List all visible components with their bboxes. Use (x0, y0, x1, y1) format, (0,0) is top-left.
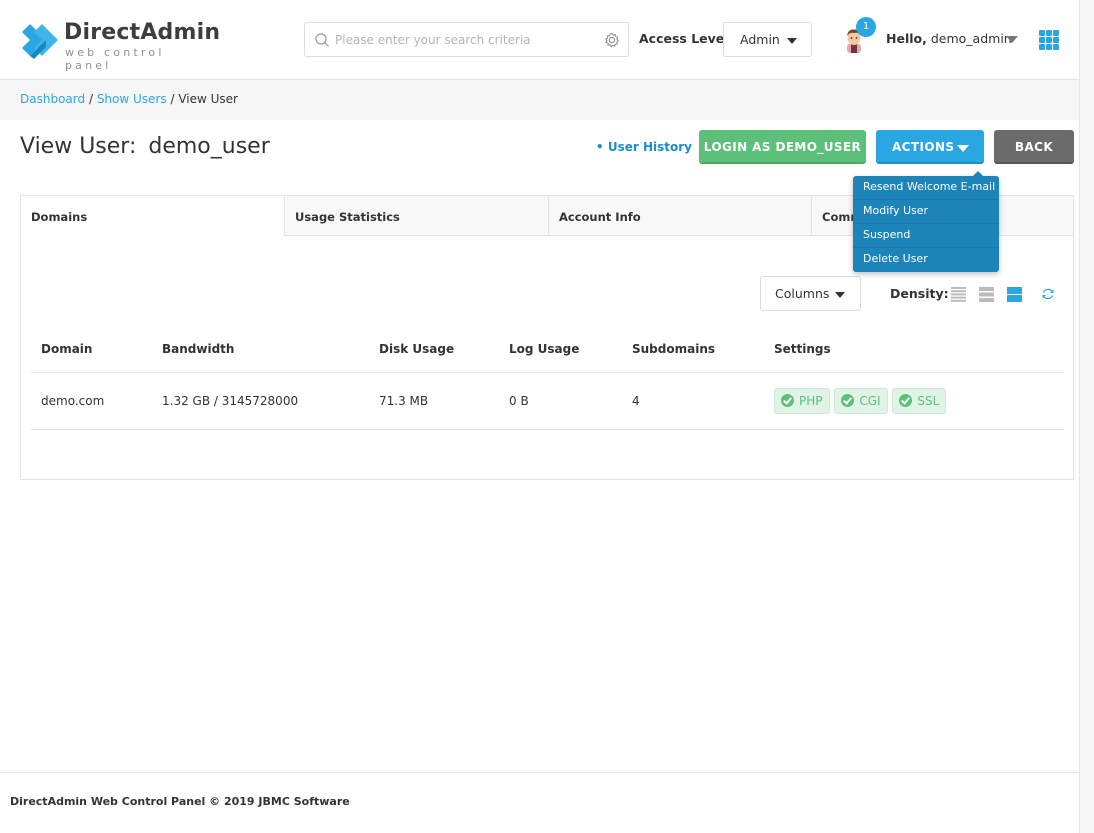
page-title-username: demo_user (148, 134, 269, 159)
density-compact-icon[interactable] (951, 287, 966, 302)
tab-usage-statistics[interactable]: Usage Statistics (284, 196, 548, 236)
cell-log-usage: 0 B (499, 372, 622, 429)
setting-badge-php: PHP (774, 388, 830, 414)
cell-settings: PHP CGI SSL (764, 372, 1064, 429)
table-header-row: Domain Bandwidth Disk Usage Log Usage Su… (31, 326, 1064, 372)
breadcrumb-dashboard[interactable]: Dashboard (20, 92, 85, 106)
search-icon (314, 32, 330, 48)
logo-subtitle: web control panel (65, 46, 210, 72)
actions-button[interactable]: ACTIONS (876, 130, 984, 164)
check-circle-icon (899, 394, 912, 407)
column-header-bandwidth[interactable]: Bandwidth (152, 326, 369, 372)
breadcrumb-separator: / (89, 92, 93, 106)
tab-domains[interactable]: Domains (21, 196, 284, 236)
menu-item-delete-user[interactable]: Delete User (853, 248, 999, 272)
refresh-icon[interactable] (1041, 287, 1055, 301)
breadcrumb-separator: / (170, 92, 174, 106)
column-header-log-usage[interactable]: Log Usage (499, 326, 622, 372)
cell-subdomains: 4 (622, 372, 764, 429)
badge-label: SSL (917, 394, 939, 408)
breadcrumb: Dashboard / Show Users / View User (20, 92, 238, 106)
cell-domain[interactable]: demo.com (31, 372, 152, 429)
access-level-label: Access Level (639, 31, 729, 46)
check-circle-icon (841, 394, 854, 407)
density-normal-icon[interactable] (979, 287, 994, 302)
badge-label: CGI (859, 394, 880, 408)
apps-grid-icon[interactable] (1039, 30, 1059, 50)
chevron-down-icon (957, 145, 969, 152)
access-level-select[interactable]: Admin (723, 22, 812, 57)
search-settings-gear-icon[interactable] (604, 32, 620, 48)
access-level-value: Admin (740, 32, 780, 47)
actions-button-label: ACTIONS (892, 140, 954, 154)
menu-item-resend-welcome-email[interactable]: Resend Welcome E-mail (853, 176, 999, 200)
user-menu-chevron-icon[interactable] (1006, 36, 1018, 43)
setting-badge-cgi: CGI (834, 388, 887, 414)
vertical-scrollbar[interactable] (1079, 0, 1094, 833)
actions-dropdown-menu: Resend Welcome E-mail Modify User Suspen… (853, 176, 999, 272)
columns-label: Columns (775, 286, 829, 301)
menu-item-modify-user[interactable]: Modify User (853, 200, 999, 224)
breadcrumb-bar: Dashboard / Show Users / View User (0, 80, 1079, 120)
domains-table: Domain Bandwidth Disk Usage Log Usage Su… (31, 326, 1064, 430)
user-history-link[interactable]: • User History (596, 140, 692, 154)
page-title-prefix: View User: (20, 134, 136, 159)
top-header: DirectAdmin web control panel Access Lev… (0, 0, 1079, 80)
breadcrumb-current: View User (178, 92, 238, 106)
cell-bandwidth: 1.32 GB / 3145728000 (152, 372, 369, 429)
logo-title: DirectAdmin (64, 20, 220, 45)
menu-item-suspend[interactable]: Suspend (853, 224, 999, 248)
cell-disk-usage: 71.3 MB (369, 372, 499, 429)
check-circle-icon (781, 394, 794, 407)
directadmin-logo[interactable]: DirectAdmin web control panel (20, 19, 210, 63)
chevron-down-icon (787, 38, 797, 44)
page: DirectAdmin web control panel Access Lev… (0, 0, 1079, 833)
column-header-subdomains[interactable]: Subdomains (622, 326, 764, 372)
badge-label: PHP (799, 394, 823, 408)
chevron-down-icon (835, 292, 845, 298)
logo-chevron-icon (20, 19, 58, 63)
page-title: View User: demo_user (20, 134, 270, 159)
tab-account-info[interactable]: Account Info (548, 196, 811, 236)
greeting-text: Hello, (886, 31, 927, 46)
username: demo_admin (931, 31, 1012, 46)
footer-copyright: DirectAdmin Web Control Panel © 2019 JBM… (10, 795, 350, 808)
columns-dropdown[interactable]: Columns (760, 276, 861, 311)
back-button[interactable]: BACK (994, 130, 1074, 164)
search-input[interactable] (335, 23, 595, 56)
column-header-domain[interactable]: Domain (31, 326, 152, 372)
column-header-settings[interactable]: Settings (764, 326, 1064, 372)
search-box (304, 22, 629, 57)
density-comfortable-icon[interactable] (1007, 287, 1022, 302)
footer: DirectAdmin Web Control Panel © 2019 JBM… (0, 772, 1079, 833)
density-label: Density: (890, 286, 949, 301)
setting-badge-ssl: SSL (892, 388, 946, 414)
user-menu[interactable]: Hello, demo_admin (886, 31, 1012, 46)
login-as-user-button[interactable]: LOGIN AS DEMO_USER (699, 130, 866, 164)
column-header-disk-usage[interactable]: Disk Usage (369, 326, 499, 372)
table-row: demo.com 1.32 GB / 3145728000 71.3 MB 0 … (31, 372, 1064, 429)
notification-badge[interactable]: 1 (856, 17, 876, 37)
breadcrumb-show-users[interactable]: Show Users (97, 92, 167, 106)
